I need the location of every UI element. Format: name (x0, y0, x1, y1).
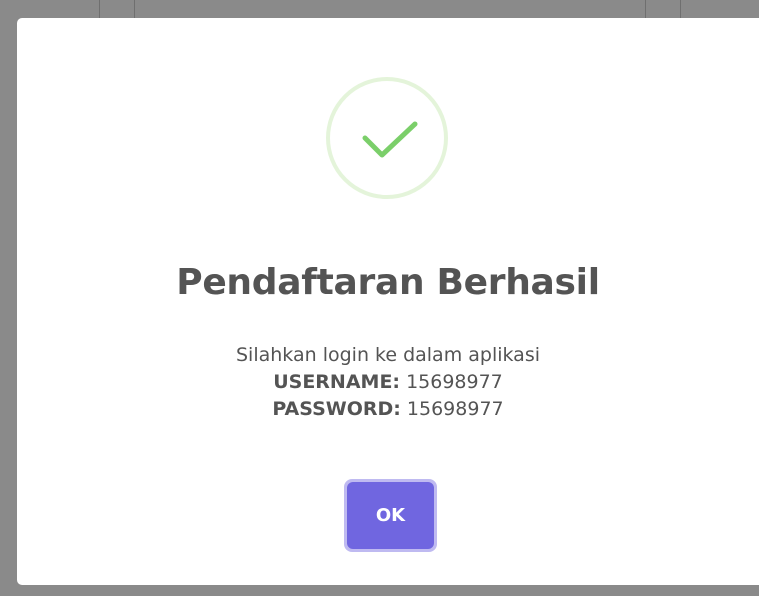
success-checkmark-icon (326, 77, 448, 199)
background-divider (99, 0, 100, 18)
success-dialog: Pendaftaran Berhasil Silahkan login ke d… (17, 18, 759, 585)
login-message: Silahkan login ke dalam aplikasi (236, 344, 540, 366)
password-value: 15698977 (406, 398, 504, 420)
background-divider (645, 0, 646, 18)
ok-button[interactable]: OK (347, 482, 434, 549)
dialog-content: Silahkan login ke dalam aplikasi USERNAM… (17, 342, 759, 423)
background-divider (680, 0, 681, 18)
username-value: 15698977 (406, 371, 503, 393)
username-label: USERNAME: (273, 371, 401, 393)
dialog-title: Pendaftaran Berhasil (176, 262, 600, 303)
ok-button-focus-ring: OK (344, 479, 437, 552)
background-divider (134, 0, 135, 18)
password-label: PASSWORD: (272, 398, 401, 420)
username-row: USERNAME: 15698977 (17, 369, 759, 396)
password-row: PASSWORD: 15698977 (17, 396, 759, 423)
